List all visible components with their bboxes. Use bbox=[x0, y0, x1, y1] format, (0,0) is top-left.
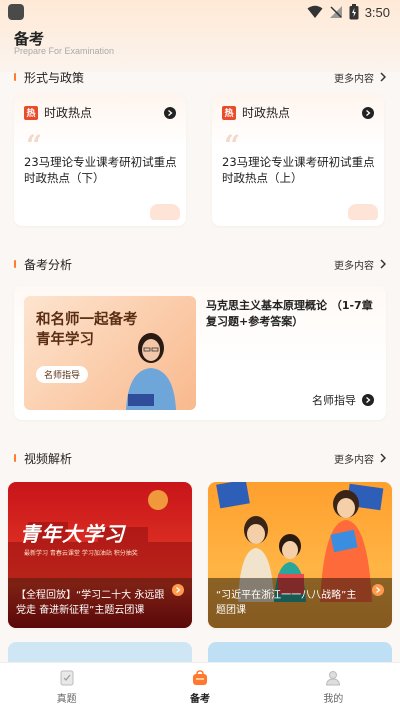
teacher-banner[interactable]: 和名师一起备考 青年学习 名师指导 bbox=[24, 296, 196, 410]
analysis-section-title: 备考分析 bbox=[24, 257, 73, 272]
video-section-header: 视频解析 更多内容 bbox=[14, 448, 386, 468]
tab-label: 真题 bbox=[56, 694, 77, 705]
video-banner-title: 青年大学习 bbox=[20, 522, 125, 546]
teacher-guide-link[interactable]: 名师指导 bbox=[312, 392, 374, 408]
policy-card-category: 时政热点 bbox=[44, 106, 93, 120]
video-caption: “习近平在浙江一一八八战略”主题团课 bbox=[216, 590, 357, 616]
tab-exam[interactable]: 真题 bbox=[0, 663, 133, 712]
video-card-2[interactable]: “习近平在浙江一一八八战略”主题团课 bbox=[208, 482, 392, 628]
page-subtitle: Prepare For Examination bbox=[14, 46, 115, 56]
analysis-headline: 马克思主义基本原理概论 （1-7章复习题+参考答案） bbox=[206, 299, 373, 328]
chevron-right-icon bbox=[380, 259, 386, 269]
battery-icon bbox=[349, 4, 359, 20]
banner-title-line1: 和名师一起备考 bbox=[36, 312, 138, 328]
tab-prepare[interactable]: 备考 bbox=[133, 663, 266, 712]
card-decoration bbox=[150, 204, 180, 220]
chevron-right-icon bbox=[380, 453, 386, 463]
analysis-section-header: 备考分析 更多内容 bbox=[14, 254, 386, 274]
status-bar: 3:50 bbox=[0, 0, 400, 24]
analysis-card[interactable]: 和名师一起备考 青年学习 名师指导 马克思主义基本原理概论 （1-7章复习题+参… bbox=[14, 286, 386, 420]
video-banner-subtitle: 最新学习 青春云课堂 学习加油站 积分抽奖 bbox=[24, 550, 138, 557]
analysis-more-link[interactable]: 更多内容 bbox=[334, 257, 386, 272]
chevron-right-icon bbox=[380, 72, 386, 82]
status-time: 3:50 bbox=[364, 4, 390, 20]
policy-card-1[interactable]: 热 时政热点 “ 23马理论专业课考研初试重点时政热点（下） bbox=[14, 94, 186, 226]
video-caption: 【全程回放】“学习二十大 永远跟党走 奋进新征程”主题云团课 bbox=[16, 590, 165, 616]
policy-section-title: 形式与政策 bbox=[24, 70, 85, 85]
card-decoration bbox=[348, 204, 378, 220]
play-icon[interactable] bbox=[172, 584, 184, 596]
hot-badge-icon: 热 bbox=[222, 105, 236, 120]
section-accent-bar bbox=[14, 73, 16, 81]
tab-label: 我的 bbox=[323, 694, 344, 705]
notification-icon bbox=[8, 4, 24, 20]
video-more-link[interactable]: 更多内容 bbox=[334, 451, 386, 466]
section-accent-bar bbox=[14, 454, 16, 462]
policy-card-2[interactable]: 热 时政热点 “ 23马理论专业课考研初试重点时政热点（上） bbox=[212, 94, 384, 226]
video-card-peek bbox=[8, 642, 192, 662]
section-accent-bar bbox=[14, 260, 16, 268]
teacher-illustration bbox=[126, 333, 176, 410]
more-label: 更多内容 bbox=[334, 260, 374, 272]
bottom-tab-bar: 真题 备考 我的 bbox=[0, 662, 400, 712]
cta-label: 名师指导 bbox=[312, 394, 356, 407]
video-card-peek bbox=[208, 642, 392, 662]
video-card-1[interactable]: 青年大学习 最新学习 青春云课堂 学习加油站 积分抽奖 【全程回放】“学习二十大… bbox=[8, 482, 192, 628]
policy-card-text: 23马理论专业课考研初试重点时政热点（下） bbox=[24, 155, 177, 185]
play-icon[interactable] bbox=[372, 584, 384, 596]
hot-badge-icon: 热 bbox=[24, 105, 38, 120]
signal-icon bbox=[329, 6, 342, 18]
tab-profile[interactable]: 我的 bbox=[267, 663, 400, 712]
policy-more-link[interactable]: 更多内容 bbox=[334, 70, 386, 85]
arrow-right-icon bbox=[362, 106, 374, 119]
exam-paper-icon bbox=[60, 670, 74, 686]
tab-label: 备考 bbox=[189, 694, 210, 705]
wifi-icon bbox=[307, 5, 323, 18]
video-section-title: 视频解析 bbox=[24, 451, 73, 466]
banner-pill: 名师指导 bbox=[36, 366, 89, 383]
arrow-right-icon bbox=[164, 106, 176, 119]
arrow-right-icon bbox=[362, 394, 374, 406]
policy-section-header: 形式与政策 更多内容 bbox=[14, 67, 386, 87]
bag-icon bbox=[192, 670, 207, 685]
policy-card-text: 23马理论专业课考研初试重点时政热点（上） bbox=[222, 155, 375, 185]
more-label: 更多内容 bbox=[334, 454, 374, 466]
policy-card-category: 时政热点 bbox=[242, 106, 291, 120]
profile-icon bbox=[326, 671, 341, 686]
more-label: 更多内容 bbox=[334, 73, 374, 85]
